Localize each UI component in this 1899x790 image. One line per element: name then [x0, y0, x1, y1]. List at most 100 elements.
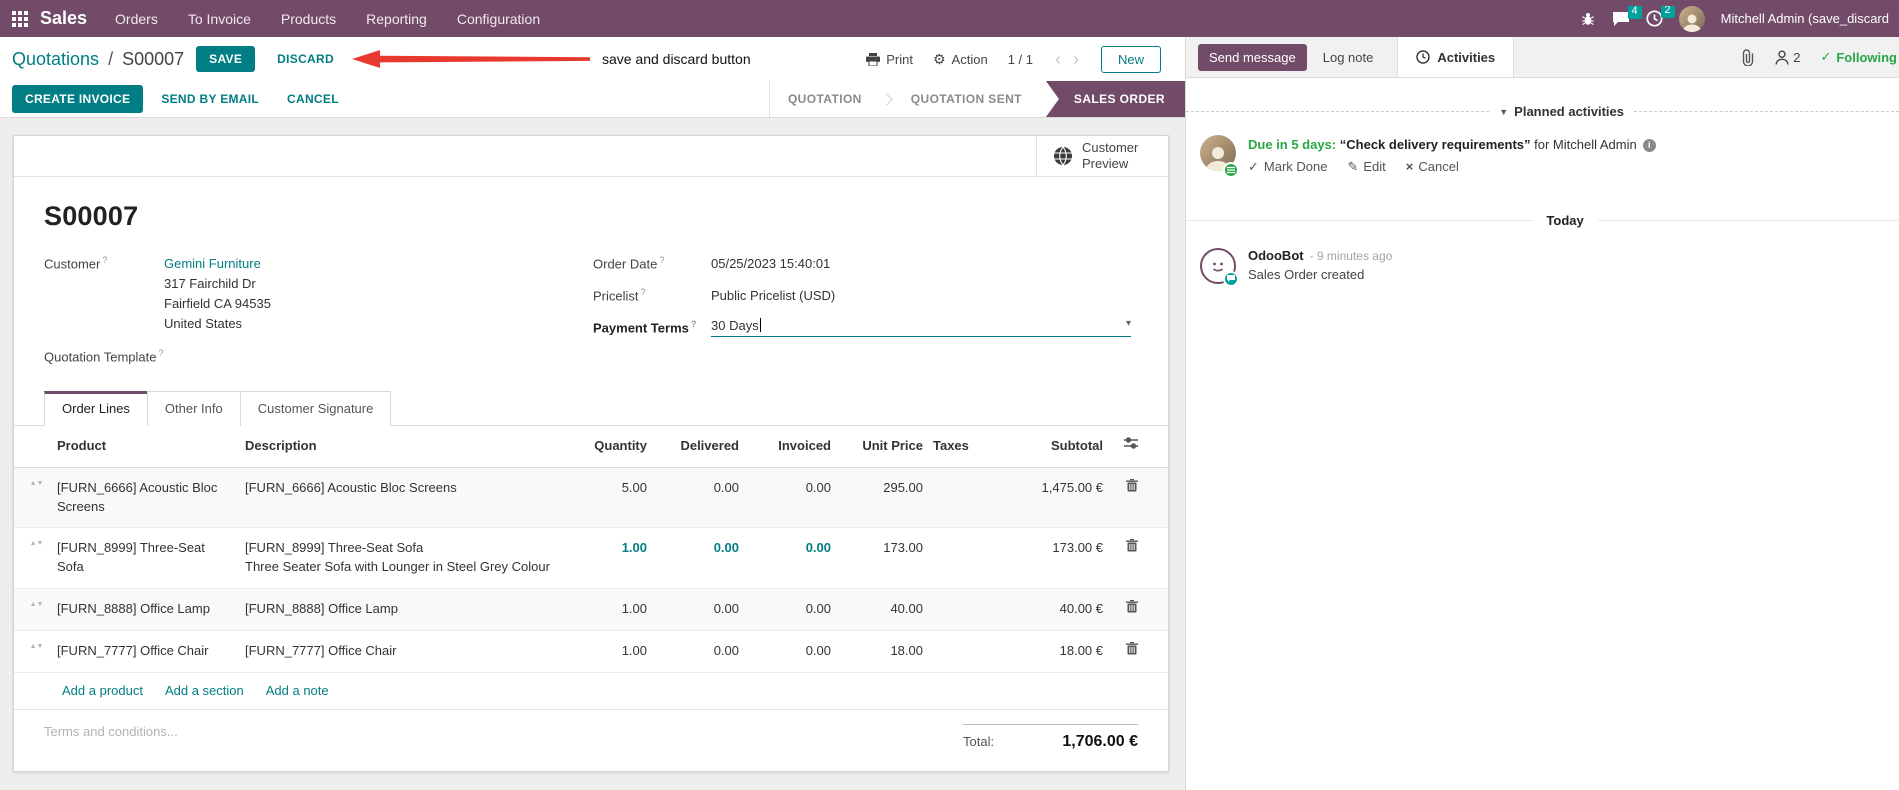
user-name[interactable]: Mitchell Admin (save_discard	[1721, 11, 1889, 26]
cell-invoiced[interactable]: 0.00	[744, 468, 836, 509]
cell-taxes[interactable]	[928, 468, 990, 490]
send-by-email-button[interactable]: SEND BY EMAIL	[151, 85, 269, 113]
pricelist-value[interactable]: Public Pricelist (USD)	[711, 286, 835, 306]
cell-quantity[interactable]: 1.00	[560, 631, 652, 672]
drag-handle-icon[interactable]: ▲▼	[26, 589, 52, 619]
cell-unit-price[interactable]: 173.00	[836, 528, 928, 569]
drag-handle-icon[interactable]: ▲▼	[26, 631, 52, 661]
customer-preview-button[interactable]: Customer Preview	[1036, 136, 1168, 176]
new-button[interactable]: New	[1100, 45, 1161, 73]
tab-customer-signature[interactable]: Customer Signature	[239, 390, 392, 426]
top-navbar: Sales Orders To Invoice Products Reporti…	[0, 0, 1899, 37]
log-note-button[interactable]: Log note	[1311, 44, 1386, 71]
breadcrumb: Quotations / S00007	[12, 49, 184, 70]
user-avatar[interactable]	[1678, 5, 1705, 32]
cell-taxes[interactable]	[928, 528, 990, 550]
apps-grid-icon[interactable]	[12, 10, 28, 27]
globe-icon	[1054, 146, 1072, 166]
menu-orders[interactable]: Orders	[115, 11, 158, 27]
add-a-section-link[interactable]: Add a section	[165, 683, 244, 698]
breadcrumb-quotations-link[interactable]: Quotations	[12, 49, 99, 69]
total-label: Total:	[963, 733, 995, 749]
planned-activities-toggle[interactable]: ▼ Planned activities	[1499, 104, 1624, 119]
add-a-note-link[interactable]: Add a note	[266, 683, 329, 698]
cell-taxes[interactable]	[928, 589, 990, 611]
customer-link[interactable]: Gemini Furniture	[164, 256, 261, 271]
pager-prev-icon[interactable]: ‹	[1053, 50, 1063, 68]
following-button[interactable]: ✓ Following	[1820, 49, 1897, 65]
optional-columns-icon[interactable]	[1108, 426, 1138, 460]
cell-description[interactable]: [FURN_7777] Office Chair	[240, 631, 560, 672]
payment-terms-input[interactable]: 30 Days ▾	[711, 318, 1131, 338]
menu-reporting[interactable]: Reporting	[366, 11, 427, 27]
cell-invoiced[interactable]: 0.00	[744, 589, 836, 630]
page-title: S00007	[44, 201, 139, 231]
tab-order-lines[interactable]: Order Lines	[44, 390, 148, 426]
cell-delivered[interactable]: 0.00	[652, 631, 744, 672]
cell-description[interactable]: [FURN_6666] Acoustic Bloc Screens	[240, 468, 560, 509]
cell-quantity[interactable]: 5.00	[560, 468, 652, 509]
menu-configuration[interactable]: Configuration	[457, 11, 540, 27]
cell-product[interactable]: [FURN_7777] Office Chair	[52, 631, 240, 672]
followers-button[interactable]: 2	[1775, 50, 1800, 65]
send-message-button[interactable]: Send message	[1198, 43, 1307, 71]
print-button[interactable]: Print	[866, 52, 913, 67]
edit-activity-button[interactable]: ✎ Edit	[1347, 159, 1385, 175]
cell-delivered[interactable]: 0.00	[652, 528, 744, 569]
state-quotation[interactable]: QUOTATION	[770, 81, 880, 117]
messages-icon[interactable]: 4	[1612, 5, 1642, 27]
state-sales-order[interactable]: SALES ORDER	[1045, 81, 1185, 117]
order-sheet: Customer Preview S00007 Customer? Gemini…	[13, 135, 1169, 772]
person-icon	[1775, 49, 1789, 65]
activities-button[interactable]: Activities	[1397, 37, 1515, 77]
delete-row-icon[interactable]	[1108, 589, 1138, 624]
attachments-button[interactable]	[1740, 48, 1755, 66]
create-invoice-button[interactable]: CREATE INVOICE	[12, 85, 144, 113]
cell-taxes[interactable]	[928, 631, 990, 653]
add-a-product-link[interactable]: Add a product	[62, 683, 143, 698]
menu-products[interactable]: Products	[281, 11, 336, 27]
action-button[interactable]: ⚙ Action	[933, 51, 988, 68]
cell-product[interactable]: [FURN_6666] Acoustic Bloc Screens	[52, 468, 240, 528]
drag-handle-icon[interactable]: ▲▼	[26, 528, 52, 558]
debug-bug-icon[interactable]	[1580, 11, 1596, 27]
cell-product[interactable]: [FURN_8999] Three-Seat Sofa	[52, 528, 240, 588]
menu-to-invoice[interactable]: To Invoice	[188, 11, 251, 27]
cell-unit-price[interactable]: 18.00	[836, 631, 928, 672]
mark-done-button[interactable]: ✓ Mark Done	[1248, 159, 1327, 175]
save-button[interactable]: SAVE	[196, 46, 256, 72]
chevron-down-icon[interactable]: ▾	[1126, 318, 1131, 329]
cell-quantity[interactable]: 1.00	[560, 589, 652, 630]
cancel-activity-button[interactable]: × Cancel	[1406, 159, 1459, 175]
col-quantity: Quantity	[594, 437, 647, 453]
cell-unit-price[interactable]: 295.00	[836, 468, 928, 509]
cell-delivered[interactable]: 0.00	[652, 589, 744, 630]
pager-next-icon[interactable]: ›	[1071, 50, 1081, 68]
delete-row-icon[interactable]	[1108, 631, 1138, 666]
header-buttons: CREATE INVOICE SEND BY EMAIL CANCEL	[0, 81, 349, 117]
terms-and-conditions-input[interactable]: Terms and conditions...	[44, 724, 178, 751]
col-description: Description	[245, 437, 317, 453]
cell-product[interactable]: [FURN_8888] Office Lamp	[52, 589, 240, 630]
cell-invoiced[interactable]: 0.00	[744, 631, 836, 672]
check-icon: ✓	[1248, 158, 1259, 174]
state-quotation-sent[interactable]: QUOTATION SENT	[893, 81, 1040, 117]
cancel-button[interactable]: CANCEL	[277, 85, 349, 113]
cell-delivered[interactable]: 0.00	[652, 468, 744, 509]
delete-row-icon[interactable]	[1108, 468, 1138, 503]
order-date-value[interactable]: 05/25/2023 15:40:01	[711, 254, 830, 274]
cell-description[interactable]: [FURN_8999] Three-Seat Sofa Three Seater …	[240, 528, 560, 588]
cell-invoiced[interactable]: 0.00	[744, 528, 836, 569]
breadcrumb-separator: /	[108, 48, 114, 69]
app-title[interactable]: Sales	[40, 8, 87, 29]
cell-description[interactable]: [FURN_8888] Office Lamp	[240, 589, 560, 630]
cell-unit-price[interactable]: 40.00	[836, 589, 928, 630]
delete-row-icon[interactable]	[1108, 528, 1138, 563]
annotation-arrow-icon	[351, 50, 590, 68]
cell-quantity[interactable]: 1.00	[560, 528, 652, 569]
message-author[interactable]: OdooBot	[1248, 248, 1304, 263]
drag-handle-icon[interactable]: ▲▼	[26, 468, 52, 498]
discard-button[interactable]: DISCARD	[271, 51, 340, 67]
activities-clock-icon[interactable]: 2	[1646, 5, 1675, 27]
tab-other-info[interactable]: Other Info	[146, 390, 241, 426]
